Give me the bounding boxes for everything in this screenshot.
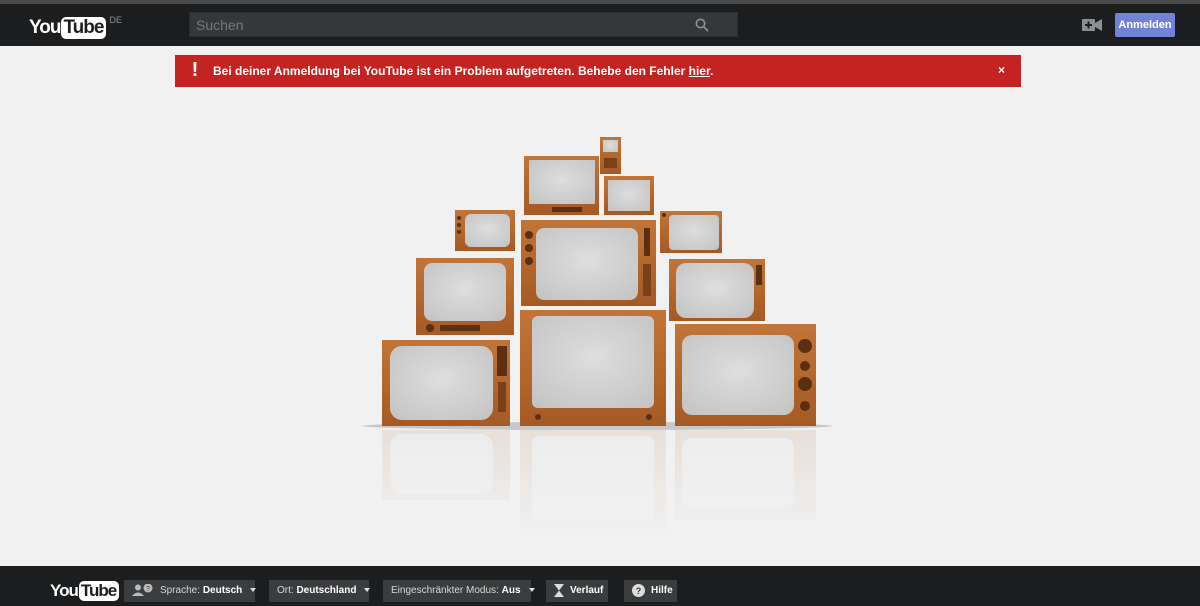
youtube-logo[interactable]: You Tube DE <box>29 15 122 39</box>
tv-stack-illustration <box>362 137 840 540</box>
tv-upper-left <box>455 210 515 251</box>
tv-top-mini <box>600 137 621 174</box>
tv-upper-right <box>660 211 722 253</box>
restricted-mode-value: Aus <box>501 585 521 596</box>
chevron-down-icon <box>364 588 371 593</box>
search-input[interactable]: Suchen <box>189 12 738 37</box>
alert-message: Bei deiner Anmeldung bei YouTube ist ein… <box>213 64 713 78</box>
search-placeholder: Suchen <box>196 17 244 33</box>
language-value: Deutsch <box>202 585 243 596</box>
hourglass-icon <box>554 583 564 597</box>
alert-message-end: . <box>710 64 714 78</box>
tv-bottom-left <box>382 340 510 426</box>
sign-in-button[interactable]: Anmelden <box>1115 13 1175 37</box>
history-label: Verlauf <box>570 585 604 596</box>
logo-you: You <box>29 17 62 38</box>
close-icon[interactable]: × <box>998 63 1005 77</box>
tv-bottom-center <box>520 310 666 426</box>
footer-logo-you: You <box>50 581 79 600</box>
help-label: Hilfe <box>651 585 673 596</box>
restricted-mode-button[interactable]: Eingeschränkter Modus: Aus <box>383 580 535 602</box>
alert-link[interactable]: hier <box>689 64 710 78</box>
language-button[interactable]: ? Sprache: Deutsch <box>124 580 257 602</box>
search-icon[interactable] <box>695 18 709 32</box>
location-label: Ort: <box>277 585 297 596</box>
tv-middle-left <box>416 258 514 335</box>
footer: You Tube ? Sprache: Deutsch Ort: Deutsch… <box>0 566 1200 606</box>
alert-message-text: Bei deiner Anmeldung bei YouTube ist ein… <box>213 64 689 78</box>
location-value: Deutschland <box>296 585 357 596</box>
svg-text:?: ? <box>146 586 150 593</box>
language-label: Sprache: <box>160 585 203 596</box>
country-code: DE <box>109 15 122 25</box>
help-button[interactable]: ? Hilfe <box>624 580 677 602</box>
masthead: You Tube DE Suchen Anmelden <box>0 4 1200 46</box>
exclamation-icon: ! <box>191 59 199 81</box>
footer-logo-tube: Tube <box>78 581 120 601</box>
tv-middle-center <box>521 220 656 306</box>
tv-bottom-right <box>675 324 816 426</box>
location-button[interactable]: Ort: Deutschland <box>269 580 371 602</box>
history-button[interactable]: Verlauf <box>546 580 608 602</box>
error-alert: ! Bei deiner Anmeldung bei YouTube ist e… <box>175 55 1021 87</box>
chevron-down-icon <box>528 588 535 593</box>
language-people-icon: ? <box>132 583 153 597</box>
footer-youtube-logo[interactable]: You Tube <box>50 581 120 601</box>
chevron-down-icon <box>250 588 257 593</box>
help-icon: ? <box>632 583 645 597</box>
tv-top-small <box>604 176 654 215</box>
video-camera-plus-icon[interactable] <box>1082 18 1102 32</box>
tv-top-large <box>524 156 599 215</box>
restricted-mode-label: Eingeschränkter Modus: <box>391 585 502 596</box>
tv-middle-right <box>669 259 765 321</box>
svg-text:?: ? <box>636 586 642 596</box>
logo-tube: Tube <box>61 17 107 39</box>
